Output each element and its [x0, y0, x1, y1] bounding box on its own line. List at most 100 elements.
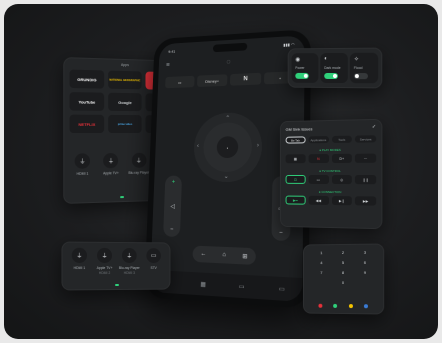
showcase-frame: Apps GRUNDIGNATIONAL GEOGRAPHICTLCYouTub…: [4, 4, 438, 339]
section-connection: ● CONNECTION: [318, 189, 342, 195]
input-plug-icon: ⏚: [97, 247, 113, 263]
page-indicator: [120, 196, 125, 199]
input-source[interactable]: ⏚ Apple TV+: [98, 153, 123, 176]
toggle-flood[interactable]: ✧ Flood: [349, 52, 379, 84]
input-label: STV: [150, 266, 157, 270]
tab-more-icon[interactable]: ▭: [279, 285, 285, 293]
dpad-left-icon[interactable]: ‹: [197, 144, 199, 150]
color-button[interactable]: [348, 304, 353, 309]
numpad-key[interactable]: 3: [354, 250, 376, 255]
numpad-key[interactable]: 9: [354, 270, 376, 275]
page-indicator: [115, 283, 119, 287]
edit-icon[interactable]: ✓: [372, 124, 376, 130]
app-tile[interactable]: prime video: [108, 114, 142, 134]
app-tile[interactable]: NETFLIX: [69, 114, 105, 134]
input-plug-icon: ⏚: [121, 248, 137, 264]
device-control-card: GM Sink Issues ✓ Be Tab Applications Too…: [279, 118, 383, 230]
numpad-key[interactable]: 4: [311, 260, 332, 265]
quick-pill-netflix[interactable]: N: [229, 72, 262, 86]
volume-down-icon[interactable]: −: [170, 227, 173, 233]
mini-app[interactable]: ▦: [285, 154, 306, 164]
input-sublabel: HDMI 3: [123, 270, 135, 275]
toggle-dark-mode[interactable]: ◐ Dark mode: [320, 52, 348, 84]
numpad-key[interactable]: 8: [332, 270, 354, 275]
quick-pill-disney[interactable]: Disney+: [197, 74, 228, 87]
input-source[interactable]: ⏚ HDMI 1: [70, 153, 96, 176]
mini-netflix[interactable]: N: [308, 154, 329, 164]
tab-cast-icon[interactable]: ▭: [239, 282, 245, 291]
mini-pause-icon[interactable]: ❙❙: [355, 175, 377, 185]
color-button[interactable]: [318, 303, 323, 308]
power-toggle-icon: ◉: [295, 57, 301, 64]
settings-icon[interactable]: ◌: [226, 59, 230, 67]
mini-skip-icon[interactable]: ▶❙: [331, 196, 353, 206]
toggle-power[interactable]: ◉ Power: [291, 53, 319, 83]
dpad-right-icon[interactable]: ›: [257, 143, 259, 149]
input-source[interactable]: ⏚ Apple TV+ HDMI 2: [93, 247, 116, 276]
mini-screen-icon[interactable]: ▭: [308, 174, 329, 184]
home-icon[interactable]: ⌂: [222, 252, 226, 258]
mini-input-icon[interactable]: ⊡: [285, 174, 306, 184]
volume-icon: ◁: [170, 203, 175, 210]
mini-prev-icon[interactable]: ◀◀: [308, 195, 329, 205]
toggle-label: Dark mode: [324, 65, 341, 71]
tab-be[interactable]: Be Tab: [285, 136, 306, 144]
device-media-row: ▶━ ◀◀ ▶❙ ▶▶: [285, 195, 377, 206]
input-plug-icon: ⏚: [71, 247, 87, 263]
numpad-key[interactable]: 2: [332, 250, 354, 255]
numpad-key[interactable]: 5: [332, 260, 354, 265]
inputs-row: ⏚ HDMI 1 ⏚ Apple TV+ HDMI 2 ⏚ Blu-ray Player HD…: [68, 247, 165, 276]
input-label: Apple TV+: [96, 266, 113, 271]
tab-services[interactable]: Services: [355, 135, 377, 143]
numpad-key[interactable]: 7: [311, 270, 332, 275]
app-tile[interactable]: YouTube: [69, 92, 105, 111]
numpad-key[interactable]: [311, 280, 332, 285]
numpad-key[interactable]: 6: [354, 260, 376, 265]
dpad-up-icon[interactable]: ⌃: [225, 115, 230, 122]
toggle-switch[interactable]: [324, 72, 338, 80]
dpad-down-icon[interactable]: ⌄: [224, 173, 229, 180]
app-tile[interactable]: Google: [108, 92, 142, 112]
tab-apps-icon[interactable]: ▦: [200, 280, 206, 288]
dark-mode-icon: ◐: [324, 56, 328, 63]
back-icon[interactable]: ←: [200, 251, 206, 257]
nav-row: ← ⌂ ⊞: [192, 245, 256, 265]
input-source[interactable]: ▭ STV: [143, 248, 165, 275]
input-plug-icon: ⏚: [131, 152, 147, 168]
color-button[interactable]: [333, 303, 338, 308]
input-plug-icon: ⏚: [74, 153, 91, 169]
volume-up-icon[interactable]: +: [172, 180, 175, 186]
input-source[interactable]: ⏚ Blu-ray Player HDMI 3: [118, 248, 141, 275]
status-signal-icon: ▮▮▮ ◠: [283, 41, 295, 48]
color-button[interactable]: [363, 304, 368, 309]
input-label: Blu-ray Player: [118, 266, 140, 270]
color-buttons: [318, 303, 368, 309]
numpad-key[interactable]: 1: [311, 250, 332, 255]
mini-more[interactable]: ⋯: [355, 153, 377, 163]
toggle-switch[interactable]: [295, 72, 309, 79]
grid-icon[interactable]: ⊞: [242, 252, 247, 259]
app-tile[interactable]: GRUNDIG: [69, 69, 105, 89]
mini-target-icon[interactable]: ◎: [331, 175, 353, 185]
mini-disney[interactable]: D+: [331, 153, 353, 163]
device-app-row: ▦ N D+ ⋯: [285, 153, 377, 164]
channel-down-icon[interactable]: −: [279, 230, 283, 236]
input-label: Apple TV+: [103, 171, 119, 176]
numpad-key[interactable]: 0: [332, 280, 354, 285]
app-tile[interactable]: NATIONAL GEOGRAPHIC: [108, 70, 142, 90]
input-sublabel: HDMI 2: [98, 271, 111, 276]
device-card-title: GM Sink Issues: [285, 126, 313, 132]
tab-tools[interactable]: Tools: [331, 135, 353, 143]
mini-next-icon[interactable]: ▶▶: [355, 196, 377, 206]
tab-applications[interactable]: Applications: [308, 136, 329, 144]
quick-pill-input[interactable]: ▭: [165, 75, 195, 89]
menu-icon[interactable]: ≡: [166, 62, 170, 70]
input-source[interactable]: ⏚ HDMI 1: [68, 247, 91, 275]
numpad-key[interactable]: [354, 280, 376, 285]
section-play-modes: ● PLAY MODES: [319, 147, 341, 153]
input-source[interactable]: ⏚ Blu-ray Player: [126, 152, 151, 175]
mini-play-icon[interactable]: ▶━: [285, 195, 306, 205]
dpad-ok-button[interactable]: •: [216, 136, 239, 159]
toggle-switch[interactable]: [353, 73, 368, 80]
toggle-label: Flood: [353, 65, 363, 71]
